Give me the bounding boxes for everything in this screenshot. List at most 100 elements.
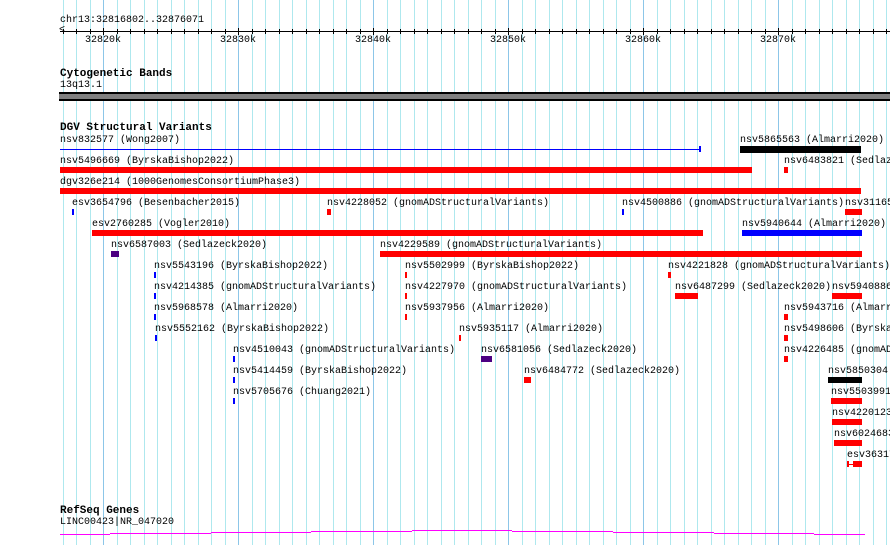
ruler-tick <box>576 29 577 34</box>
variant-bar[interactable] <box>154 293 156 299</box>
variant-bar[interactable] <box>784 314 788 320</box>
variant-label[interactable]: nsv4500886 (gnomADStructuralVariants) <box>622 198 844 209</box>
variant-bar[interactable] <box>784 356 788 362</box>
variant-bar[interactable] <box>60 149 700 150</box>
variant-label[interactable]: nsv6483821 (Sedlaz <box>784 156 890 167</box>
grid-line <box>360 0 361 545</box>
variant-bar[interactable] <box>154 272 156 278</box>
cytobands-track-title[interactable]: Cytogenetic Bands <box>60 68 172 80</box>
variant-bar[interactable] <box>831 398 862 404</box>
variant-label[interactable]: nsv5940644 (Almarri2020) <box>742 219 886 230</box>
variant-bar[interactable] <box>154 314 156 320</box>
variant-bar[interactable] <box>405 272 407 278</box>
refseq-track-title[interactable]: RefSeq Genes <box>60 505 139 517</box>
variant-bar[interactable] <box>622 209 624 215</box>
left-arrow-icon[interactable]: < <box>59 25 65 36</box>
dgv-track-title[interactable]: DGV Structural Variants <box>60 122 212 134</box>
variant-bar[interactable] <box>668 272 671 278</box>
grid-line <box>873 0 874 545</box>
variant-label[interactable]: nsv5865563 (Almarri2020) <box>740 135 884 146</box>
ruler-tick <box>751 29 752 34</box>
variant-label[interactable]: nsv4510043 (gnomADStructuralVariants) <box>233 345 455 356</box>
variant-label[interactable]: nsv5496669 (ByrskaBishop2022) <box>60 156 234 167</box>
variant-label[interactable]: nsv5943716 (Almarr <box>784 303 890 314</box>
variant-bar[interactable] <box>828 377 862 383</box>
variant-label[interactable]: nsv5968578 (Almarri2020) <box>154 303 298 314</box>
variant-bar[interactable] <box>481 356 492 362</box>
ruler-tick <box>616 29 617 34</box>
ruler-tick <box>144 29 145 34</box>
variant-bar[interactable] <box>405 314 407 320</box>
variant-label[interactable]: nsv4229589 (gnomADStructuralVariants) <box>380 240 602 251</box>
grid-line <box>265 0 266 545</box>
variant-label[interactable]: dgv326e214 (1000GenomesConsortiumPhase3) <box>60 177 300 188</box>
variant-label[interactable]: nsv4221828 (gnomADStructuralVariants) <box>668 261 890 272</box>
variant-label[interactable]: nsv5414459 (ByrskaBishop2022) <box>233 366 407 377</box>
variant-bar[interactable] <box>847 461 862 467</box>
variant-label[interactable]: nsv5940886 <box>832 282 890 293</box>
variant-label[interactable]: nsv5937956 (Almarri2020) <box>405 303 549 314</box>
variant-bar[interactable] <box>233 398 235 404</box>
variant-bar[interactable] <box>845 209 862 215</box>
variant-label[interactable]: nsv4228052 (gnomADStructuralVariants) <box>327 198 549 209</box>
variant-label[interactable]: nsv4227970 (gnomADStructuralVariants) <box>405 282 627 293</box>
grid-line <box>306 0 307 545</box>
variant-bar[interactable] <box>675 293 698 299</box>
grid-line <box>522 0 523 545</box>
variant-bar[interactable] <box>524 377 531 383</box>
variant-bar[interactable] <box>72 209 74 215</box>
variant-bar[interactable] <box>233 356 235 362</box>
variant-label[interactable]: nsv5543196 (ByrskaBishop2022) <box>154 261 328 272</box>
variant-label[interactable]: nsv5503991 <box>831 387 890 398</box>
variant-label[interactable]: esv36317 <box>847 450 890 461</box>
variant-label[interactable]: nsv6487299 (Sedlazeck2020) <box>675 282 831 293</box>
variant-label[interactable]: nsv6024683 <box>834 429 890 440</box>
variant-label[interactable]: nsv6587003 (Sedlazeck2020) <box>111 240 267 251</box>
variant-label[interactable]: nsv31165 <box>845 198 890 209</box>
variant-bar[interactable] <box>60 167 752 173</box>
variant-bar[interactable] <box>405 293 407 299</box>
variant-label[interactable]: esv2760285 (Vogler2010) <box>92 219 230 230</box>
variant-label[interactable]: nsv5552162 (ByrskaBishop2022) <box>155 324 329 335</box>
variant-label[interactable]: nsv6484772 (Sedlazeck2020) <box>524 366 680 377</box>
variant-bar[interactable] <box>111 251 119 257</box>
variant-label[interactable]: esv3654796 (Besenbacher2015) <box>72 198 240 209</box>
variant-bar[interactable] <box>832 293 862 299</box>
cytoband-bar[interactable] <box>59 92 890 101</box>
variant-label[interactable]: nsv5850304 <box>828 366 888 377</box>
ruler-tick <box>252 29 253 34</box>
variant-bar[interactable] <box>155 335 157 341</box>
grid-line <box>549 0 550 545</box>
variant-bar[interactable] <box>233 377 235 383</box>
variant-bar[interactable] <box>92 230 703 236</box>
variant-label[interactable]: nsv4226485 (gnomAD <box>784 345 890 356</box>
variant-bar[interactable] <box>834 440 862 446</box>
variant-label[interactable]: nsv4214385 (gnomADStructuralVariants) <box>154 282 376 293</box>
variant-label[interactable]: nsv6581056 (Sedlazeck2020) <box>481 345 637 356</box>
variant-label[interactable]: nsv4220123 <box>832 408 890 419</box>
grid-line <box>643 0 644 545</box>
variant-label[interactable]: nsv5705676 (Chuang2021) <box>233 387 371 398</box>
variant-bar[interactable] <box>742 230 862 236</box>
ruler-tick <box>792 29 793 34</box>
variant-bar[interactable] <box>740 146 861 153</box>
variant-bar[interactable] <box>380 251 862 257</box>
gene-intron-segment <box>613 532 714 533</box>
grid-line <box>225 0 226 545</box>
grid-line <box>292 0 293 545</box>
variant-bar[interactable] <box>784 167 788 173</box>
variant-bar[interactable] <box>784 335 788 341</box>
variant-bar[interactable] <box>327 209 331 215</box>
variant-bar[interactable] <box>832 419 862 425</box>
variant-bar[interactable] <box>60 188 861 194</box>
variant-label[interactable]: nsv5498606 (Byrska <box>784 324 890 335</box>
variant-label[interactable]: nsv832577 (Wong2007) <box>60 135 180 146</box>
grid-line <box>171 0 172 545</box>
variant-label[interactable]: nsv5935117 (Almarri2020) <box>459 324 603 335</box>
ruler-tick <box>657 29 658 34</box>
variant-label[interactable]: nsv5502999 (ByrskaBishop2022) <box>405 261 579 272</box>
grid-line <box>805 0 806 545</box>
variant-bar[interactable] <box>459 335 461 341</box>
grid-line <box>738 0 739 545</box>
ruler-tick <box>427 29 428 34</box>
